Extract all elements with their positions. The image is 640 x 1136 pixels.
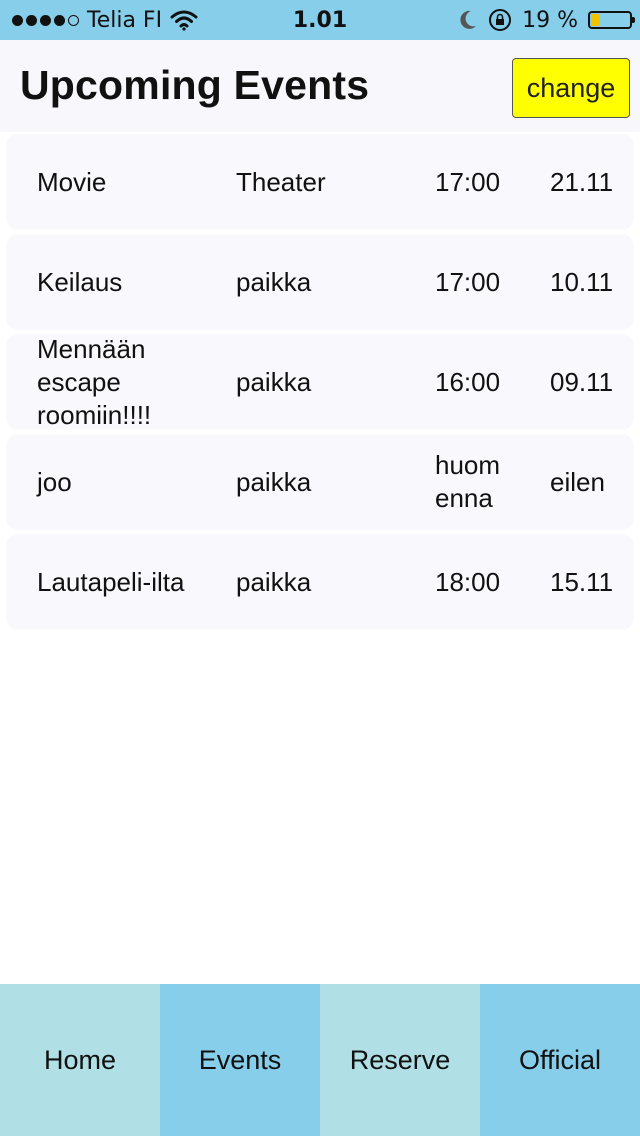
event-place: paikka [236, 566, 312, 597]
event-date: 21.11 [550, 166, 614, 197]
event-time: 17:00 [435, 166, 501, 197]
event-date: 10.11 [550, 266, 614, 297]
tab-bar: Home Events Reserve Official [0, 984, 640, 1136]
orientation-lock-icon [489, 9, 512, 31]
change-button[interactable]: change [512, 58, 630, 118]
event-name: joo [37, 466, 72, 497]
event-row[interactable]: joo paikka huomenna eilen [6, 434, 634, 530]
status-right: 19 % [458, 0, 635, 40]
event-name: Keilaus [37, 266, 123, 297]
event-time: 16:00 [435, 366, 501, 397]
page-title: Upcoming Events [20, 62, 370, 108]
event-date: 09.11 [550, 366, 614, 397]
battery-percent: 19 % [522, 7, 578, 33]
event-row[interactable]: Lautapeli-ilta paikka 18:00 15.11 [6, 534, 634, 630]
moon-icon [460, 10, 477, 29]
event-name: Lautapeli-ilta [37, 566, 185, 597]
event-time: 17:00 [435, 266, 501, 297]
event-date: 15.11 [550, 566, 614, 597]
tab-reserve[interactable]: Reserve [320, 984, 480, 1136]
event-place: paikka [236, 466, 312, 497]
event-name: Mennään escape roomiin!!!! [37, 333, 152, 430]
event-place: Theater [236, 166, 326, 197]
event-place: paikka [236, 366, 312, 397]
event-date: eilen [550, 466, 605, 497]
event-place: paikka [236, 266, 312, 297]
event-row[interactable]: Mennään escape roomiin!!!! paikka 16:00 … [6, 334, 634, 430]
event-name: Movie [37, 166, 107, 197]
event-time: huomenna [435, 450, 501, 513]
tab-home[interactable]: Home [0, 984, 160, 1136]
tab-events[interactable]: Events [160, 984, 320, 1136]
event-time: 18:00 [435, 566, 501, 597]
header: Upcoming Events change [0, 40, 640, 132]
status-bar: Telia FI 1.01 19 % [0, 0, 640, 40]
tab-official[interactable]: Official [480, 984, 640, 1136]
event-row[interactable]: Movie Theater 17:00 21.11 [6, 134, 634, 230]
battery-icon [588, 11, 635, 29]
event-row[interactable]: Keilaus paikka 17:00 10.11 [6, 234, 634, 330]
